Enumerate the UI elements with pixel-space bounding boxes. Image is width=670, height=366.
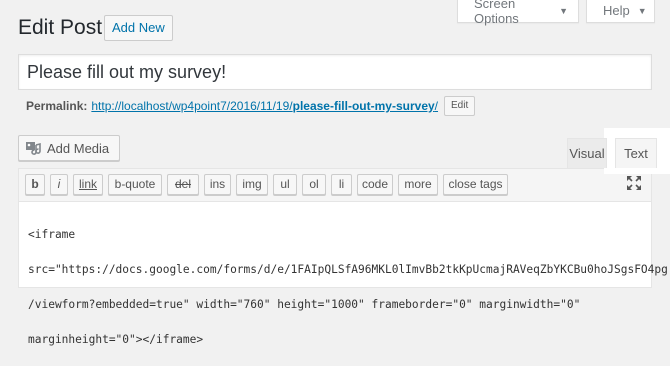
permalink-label: Permalink: xyxy=(26,99,88,113)
qt-li-button[interactable]: li xyxy=(331,174,352,195)
add-media-button[interactable]: Add Media xyxy=(18,135,121,161)
permalink-row: Permalink: http://localhost/wp4point7/20… xyxy=(26,96,476,116)
content-line: marginheight="0"></iframe> xyxy=(28,332,204,346)
media-icon xyxy=(25,141,41,155)
permalink-slug: please-fill-out-my-survey xyxy=(292,99,435,113)
qt-bold-button[interactable]: b xyxy=(25,174,45,195)
qt-ul-button[interactable]: ul xyxy=(273,174,297,195)
qt-code-button[interactable]: code xyxy=(357,174,393,195)
tab-text[interactable]: Text xyxy=(615,138,657,168)
qt-more-button[interactable]: more xyxy=(398,174,438,195)
qt-link-button[interactable]: link xyxy=(73,174,103,195)
qt-ins-button[interactable]: ins xyxy=(204,174,231,195)
qt-ol-button[interactable]: ol xyxy=(302,174,326,195)
content-line: src="https://docs.google.com/forms/d/e/1… xyxy=(28,262,668,276)
help-label: Help xyxy=(603,3,630,18)
qt-close-tags-button[interactable]: close tags xyxy=(443,174,508,195)
tab-visual[interactable]: Visual xyxy=(567,138,607,168)
qt-bquote-button[interactable]: b-quote xyxy=(108,174,162,195)
content-line: <iframe xyxy=(28,227,76,241)
caret-down-icon: ▼ xyxy=(559,5,568,16)
permalink-url-base: http://localhost/wp4point7/2016/11/19/ xyxy=(91,99,293,113)
add-media-label: Add Media xyxy=(47,140,110,156)
page-title: Edit Post xyxy=(18,16,103,39)
edit-permalink-button[interactable]: Edit xyxy=(444,96,476,116)
post-title-input[interactable]: Please fill out my survey! xyxy=(18,54,652,90)
qt-italic-button[interactable]: i xyxy=(50,174,68,195)
content-line: /viewform?embedded=true" width="760" hei… xyxy=(28,297,581,311)
caret-down-icon: ▼ xyxy=(637,5,647,16)
permalink-link[interactable]: http://localhost/wp4point7/2016/11/19/pl… xyxy=(91,99,438,113)
qt-del-button[interactable]: del xyxy=(167,174,199,195)
screen-options-tab[interactable]: Screen Options ▼ xyxy=(457,0,579,26)
help-tab[interactable]: Help ▼ xyxy=(586,0,655,23)
fullscreen-icon[interactable] xyxy=(627,176,641,190)
post-content-textarea[interactable]: <iframe src="https://docs.google.com/for… xyxy=(28,208,668,366)
qt-img-button[interactable]: img xyxy=(236,174,268,195)
add-new-button[interactable]: Add New xyxy=(104,15,173,41)
screen-options-label: Screen Options xyxy=(474,0,519,26)
permalink-url-end: / xyxy=(434,99,439,113)
